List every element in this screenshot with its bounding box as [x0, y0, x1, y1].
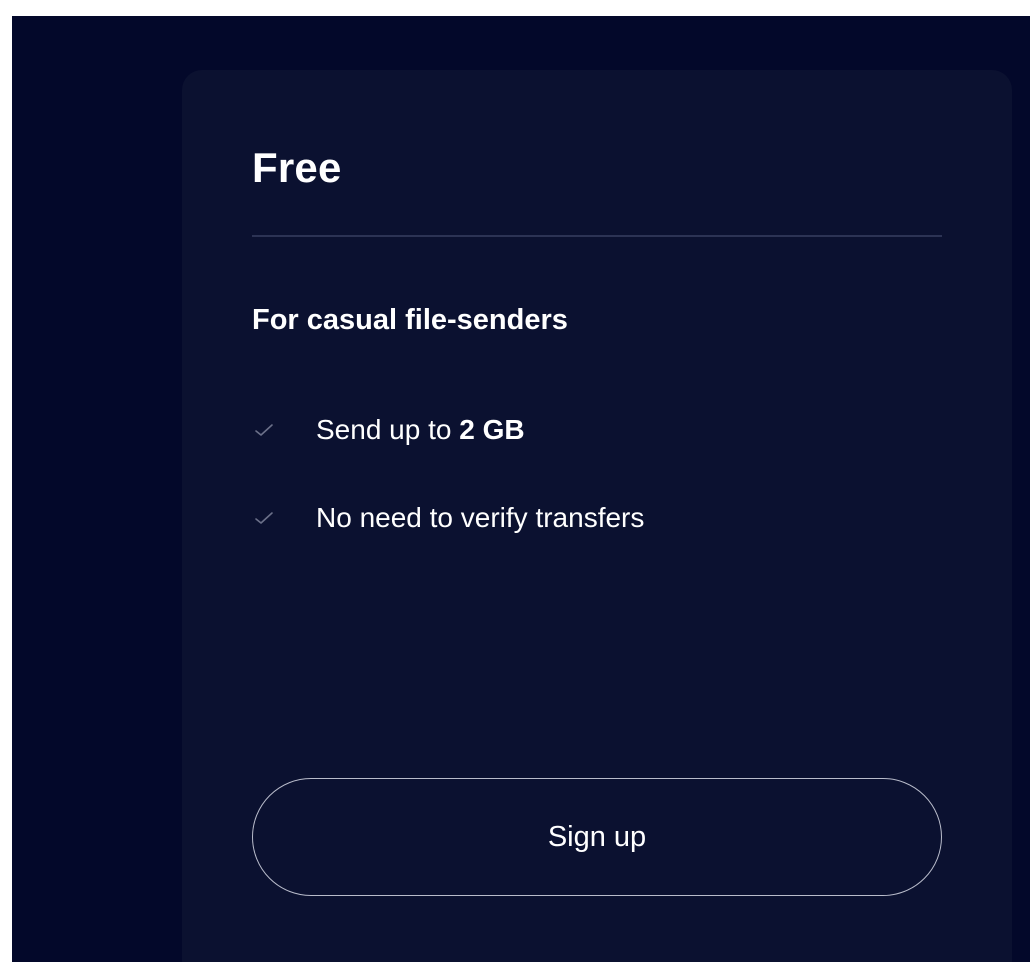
check-icon: [252, 418, 276, 442]
feature-text-prefix: No need to verify transfers: [316, 502, 645, 533]
card-divider: [252, 235, 942, 237]
check-icon: [252, 506, 276, 530]
sign-up-button[interactable]: Sign up: [252, 778, 942, 896]
feature-item: Send up to 2 GB: [252, 410, 644, 450]
pricing-card-free: Free For casual file-senders Send up to …: [182, 70, 1012, 962]
feature-text-prefix: Send up to: [316, 414, 460, 445]
feature-text-highlight: 2 GB: [459, 414, 525, 445]
feature-text: Send up to 2 GB: [316, 412, 525, 448]
plan-subtitle: For casual file-senders: [252, 304, 568, 336]
feature-item: No need to verify transfers: [252, 498, 644, 538]
feature-text: No need to verify transfers: [316, 500, 644, 536]
plan-title: Free: [252, 144, 342, 191]
feature-list: Send up to 2 GB No need to verify transf…: [252, 410, 644, 586]
page: Free For casual file-senders Send up to …: [0, 0, 1030, 962]
